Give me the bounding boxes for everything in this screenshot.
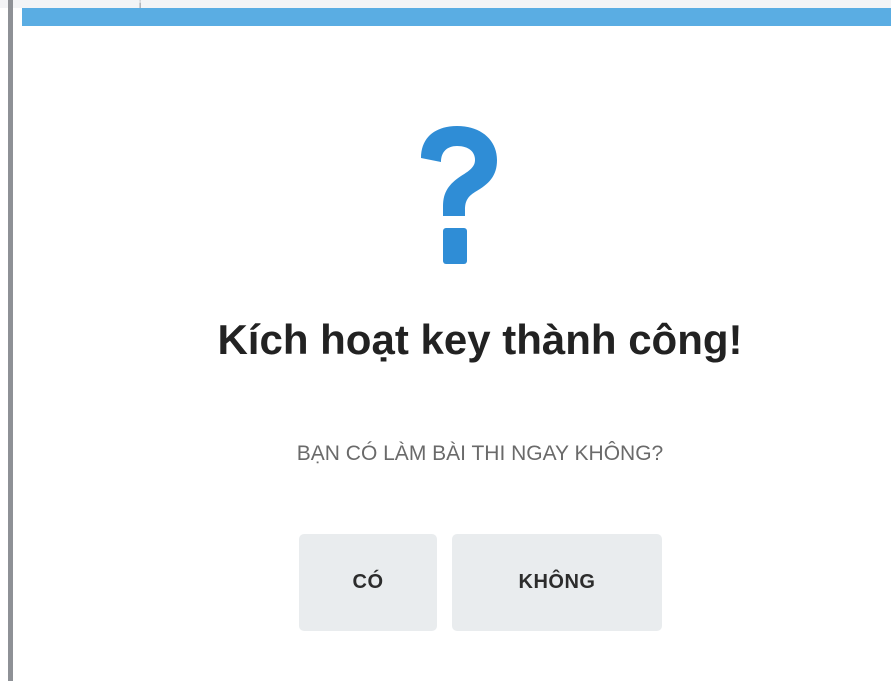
dialog-title: Kích hoạt key thành công! — [217, 316, 743, 363]
dialog-message: BẠN CÓ LÀM BÀI THI NGAY KHÔNG? — [296, 442, 664, 465]
question-mark-icon — [421, 126, 497, 264]
confirm-dialog: Kích hoạt key thành công! BẠN CÓ LÀM BÀI… — [22, 8, 891, 679]
yes-button[interactable]: CÓ — [299, 534, 437, 631]
backdrop-left-edge — [8, 0, 13, 681]
backdrop-top-edge — [0, 0, 891, 8]
no-button[interactable]: KHÔNG — [452, 534, 662, 631]
